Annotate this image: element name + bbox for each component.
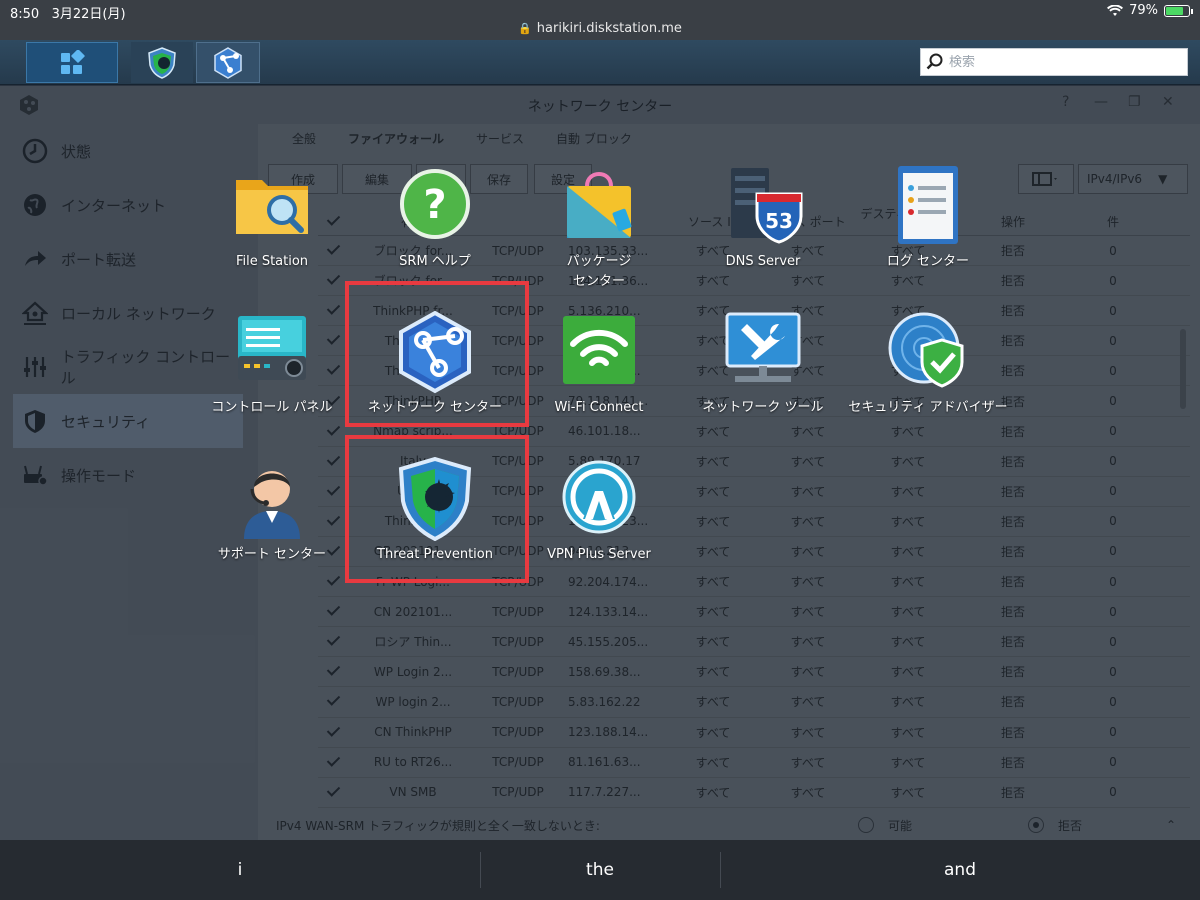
app-file-station[interactable]: File Station [187,164,357,272]
battery-fill [1166,6,1184,15]
suggestion-2[interactable]: the [480,840,720,900]
app-label: ログ センター [886,254,970,269]
log-clipboard-icon [898,166,958,244]
app-label: VPN Plus Server [547,547,651,562]
battery-icon [1164,4,1193,17]
highlight-box-threat-prevention [345,435,529,583]
suggestion-3[interactable]: and [720,840,1200,900]
highlight-box-network-center [345,281,529,427]
dns-server-icon: 53 [731,168,803,244]
threat-prevention-small-icon [148,46,176,79]
network-center-small-icon [214,46,242,79]
app-control-panel[interactable]: コントロール パネル [187,310,357,418]
search-box[interactable] [920,48,1188,76]
app-package-center[interactable]: パッケージ センター [514,164,684,292]
keyboard-suggestion-bar: i the and [0,840,1200,900]
taskbar-threat-prevention[interactable] [131,42,193,83]
address-url[interactable]: 🔒 harikiri.diskstation.me [0,21,1200,36]
status-time: 8:50 3月22日(月) [10,7,126,22]
app-security-advisor[interactable]: セキュリティ アドバイザー [843,310,1013,418]
search-input[interactable] [949,54,1169,70]
control-panel-icon [238,316,306,380]
app-dns-server[interactable]: 53 DNS Server [678,164,848,272]
app-log-center[interactable]: ログ センター [843,164,1013,272]
app-srm-help[interactable]: ? SRM ヘルプ [350,164,520,272]
suggestion-1[interactable]: i [0,840,480,900]
app-wifi-connect[interactable]: Wi-Fi Connect [514,310,684,418]
app-label: DNS Server [725,254,801,269]
battery-percent: 79% [1129,3,1158,18]
app-network-tools[interactable]: ネットワーク ツール [678,310,848,418]
network-tools-icon [725,312,801,382]
app-label: サポート センター [217,547,327,562]
wifi-icon [563,316,635,384]
taskbar [0,40,1200,85]
app-label: セキュリティ アドバイザー [848,400,1008,415]
lock-icon: 🔒 [518,22,532,35]
svg-text:?: ? [423,182,446,228]
search-icon [921,49,949,75]
vpn-icon [562,460,636,534]
status-right: 79% [1107,3,1193,18]
taskbar-network-center[interactable] [196,42,260,83]
app-vpn-plus-server[interactable]: VPN Plus Server [514,457,684,565]
shopping-bag-icon [567,172,632,238]
app-label: コントロール パネル [211,400,333,415]
app-support-center[interactable]: サポート センター [187,457,357,565]
main-menu-button[interactable] [26,42,118,83]
app-label: SRM ヘルプ [399,254,471,269]
folder-search-icon [236,180,308,234]
app-label: パッケージ センター [566,254,632,289]
app-label: ネットワーク ツール [702,400,824,415]
app-label: Wi-Fi Connect [554,400,644,415]
support-person-icon [244,471,300,539]
app-launcher: File Station ? SRM ヘルプ パッケージ センター 53 DNS… [0,86,1200,840]
ios-status-bar: 8:50 3月22日(月) 🔒 harikiri.diskstation.me 7… [0,0,1200,40]
help-icon: ? [400,169,470,239]
security-advisor-icon [888,312,964,388]
wifi-status-icon [1107,4,1124,16]
svg-text:53: 53 [765,209,793,233]
main-menu-icon [61,49,85,74]
app-label: File Station [235,254,309,269]
